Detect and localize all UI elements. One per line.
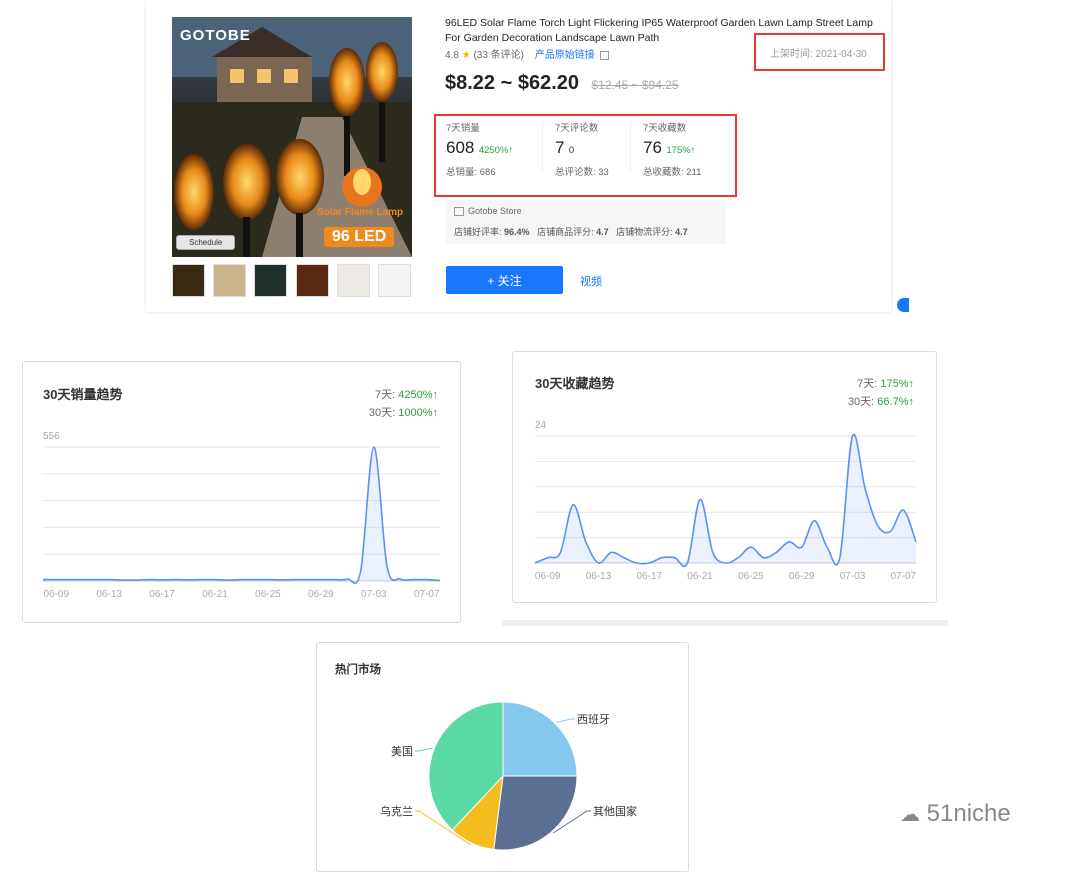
image-badge: 96 LED <box>324 227 395 247</box>
thumbnail-5[interactable] <box>337 264 370 297</box>
x-tick-label: 07-03 <box>840 571 866 582</box>
listed-date: 上架时间: 2021-04-30 <box>770 49 867 60</box>
original-price: $12.45 ~ $94.25 <box>591 78 679 92</box>
price-range: $8.22 ~ $62.20 <box>445 72 580 94</box>
series-area <box>43 446 440 584</box>
stat-change: 175%↑ <box>666 145 696 156</box>
original-link[interactable]: 产品原始链接 <box>535 50 595 61</box>
stat-label: 7天收藏数 <box>643 123 687 134</box>
x-tick-label: 06-21 <box>687 571 713 582</box>
x-tick-label: 06-29 <box>789 571 815 582</box>
external-link-icon[interactable] <box>599 50 609 60</box>
x-tick-label: 06-25 <box>738 571 764 582</box>
pie-leader-line <box>415 747 433 752</box>
image-caption: Solar Flame Lamp <box>317 207 404 218</box>
x-tick-label: 06-13 <box>586 571 612 582</box>
wechat-icon: ☁ <box>900 804 920 826</box>
stat-divider <box>630 122 631 172</box>
x-tick-label: 06-25 <box>255 589 281 600</box>
fav-trend-card: 30天收藏趋势 7天: 175%↑ 30天: 66.7%↑ 24 06-09 06-… <box>512 351 937 603</box>
pie-label: 乌克兰 <box>380 804 413 818</box>
thumbnail-2[interactable] <box>213 264 246 297</box>
x-tick-label: 06-09 <box>535 571 561 582</box>
x-tick-label: 06-17 <box>149 589 175 600</box>
y-tick-label: 556 <box>43 431 60 442</box>
video-link[interactable]: 视频 <box>580 273 602 289</box>
pie-slice[interactable] <box>502 701 578 777</box>
store-item-value: 4.7 <box>596 227 609 237</box>
pie-label: 其他国家 <box>593 804 637 818</box>
fav-chart-plot: 24 06-09 06-13 06-17 06-21 06-25 06-29 07-03 07-… <box>534 420 917 582</box>
x-tick-label: 06-17 <box>637 571 663 582</box>
stat-change: 4250%↑ <box>478 145 514 156</box>
market-card: 热门市场 西班牙 其他国家 乌克兰 美国 <box>316 642 689 872</box>
stat-value: 7 <box>555 138 565 157</box>
stat-total: 总收藏数: 211 <box>643 167 702 178</box>
store-item-label: 店铺商品评分: <box>537 227 594 237</box>
stat-value: 76 <box>643 138 662 157</box>
store-positive-value: 96.4% <box>504 227 530 237</box>
store-logistics-label: 店铺物流评分: <box>616 227 673 237</box>
side-float-tab[interactable] <box>897 298 909 312</box>
store-positive-label: 店铺好评率: <box>454 227 502 237</box>
store-name[interactable]: Gotobe Store <box>468 206 522 216</box>
market-pie-chart: 西班牙其他国家 乌克兰 美国 <box>380 701 637 851</box>
thumbnail-6[interactable] <box>378 264 411 297</box>
stat-total: 总销量: 686 <box>446 167 496 178</box>
price-row: $8.22 ~ $62.20 $12.45 ~ $94.25 <box>445 72 679 95</box>
store-logistics-value: 4.7 <box>675 227 688 237</box>
sales-trend-card: 30天销量趋势 7天: 4250%↑ 30天: 1000%↑ 556 06-09 0… <box>22 361 461 623</box>
pie-slice[interactable] <box>493 775 578 851</box>
thumbnail-3[interactable] <box>254 264 287 297</box>
pie-label: 西班牙 <box>577 713 610 726</box>
stat-reviews: 7天评论数 7 0 总评论数: 33 <box>555 120 609 178</box>
product-photo-illustration <box>172 17 412 257</box>
stat-label: 7天评论数 <box>555 123 599 134</box>
store-box: Gotobe Store 店铺好评率: 96.4% 店铺商品评分: 4.7 店铺… <box>446 200 726 244</box>
brand-logo-text: GOTOBE <box>180 27 251 44</box>
stat-favorites: 7天收藏数 76 175%↑ 总收藏数: 211 <box>643 120 701 178</box>
schedule-tag[interactable]: Schedule <box>176 235 236 250</box>
thumbnail-1[interactable] <box>172 264 205 297</box>
x-tick-label: 06-13 <box>96 589 122 600</box>
thumbnail-4[interactable] <box>296 264 329 297</box>
x-tick-label: 06-29 <box>308 589 334 600</box>
x-tick-label: 06-09 <box>43 589 69 600</box>
watermark-text: 51niche <box>926 800 1011 827</box>
store-icon <box>454 207 464 217</box>
pie-label: 美国 <box>391 745 413 758</box>
stat-label: 7天销量 <box>446 123 480 134</box>
x-tick-label: 06-21 <box>202 589 228 600</box>
x-tick-label: 07-07 <box>891 571 917 582</box>
follow-button[interactable]: + 关注 <box>446 266 563 294</box>
stat-value: 608 <box>446 138 475 157</box>
stat-sales: 7天销量 608 4250%↑ 总销量: 686 <box>446 120 513 178</box>
store-name-row[interactable]: Gotobe Store <box>454 206 522 217</box>
product-main-image[interactable]: GOTOBE Solar Flame Lamp 96 LED Schedule <box>172 17 412 257</box>
x-tick-label: 07-03 <box>361 589 387 600</box>
rating-value: 4.8 <box>445 50 459 61</box>
stat-total: 总评论数: 33 <box>555 167 609 178</box>
y-tick-label: 24 <box>535 420 547 431</box>
stat-divider <box>542 122 543 172</box>
rating-row: 4.8 ★ (33 条评论) 产品原始链接 <box>445 46 609 61</box>
watermark: ☁ 51niche <box>900 800 1011 828</box>
sales-chart-plot: 556 06-09 06-13 06-17 06-21 06-25 06-29 07-03 07… <box>43 431 441 600</box>
review-count[interactable]: (33 条评论) <box>473 50 524 61</box>
pie-leader-line <box>556 718 575 723</box>
x-tick-label: 07-07 <box>414 589 440 600</box>
star-icon: ★ <box>461 50 471 61</box>
section-divider <box>502 620 948 626</box>
stat-change: 0 <box>568 145 575 156</box>
store-ratings: 店铺好评率: 96.4% 店铺商品评分: 4.7 店铺物流评分: 4.7 <box>454 225 688 238</box>
